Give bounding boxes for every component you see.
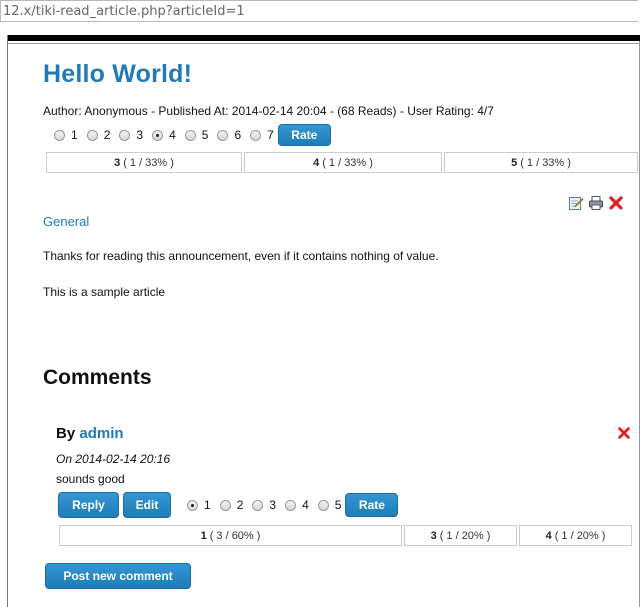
rating-radio-selected[interactable] (152, 129, 164, 141)
comments-heading: Comments (43, 366, 152, 389)
rating-option-label: 7 (267, 128, 274, 142)
post-comment-button[interactable]: Post new comment (45, 563, 191, 589)
article-body-text: This is a sample article (43, 285, 166, 299)
rating-option-label: 2 (103, 128, 111, 142)
rating-result-cell: 3( 1 / 20% ) (404, 525, 517, 546)
rating-option-label: 2 (236, 498, 244, 512)
rating-result-cell: 4( 1 / 33% ) (244, 152, 442, 173)
result-detail: ( 1 / 33% ) (520, 156, 571, 169)
article-actions (568, 195, 624, 211)
comment-author: By admin (56, 425, 124, 442)
article-rating-form: 1 2 3 4 5 6 7 Rate (54, 124, 331, 146)
reply-button[interactable]: Reply (58, 492, 119, 518)
article-rating-results: 3( 1 / 33% ) 4( 1 / 33% ) 5( 1 / 33% ) (46, 152, 638, 173)
by-label: By (56, 425, 76, 442)
rating-option[interactable]: 6 (217, 128, 241, 142)
address-bar[interactable]: 12.x/tiki-read_article.php?articleId=1 (0, 0, 638, 22)
rating-option[interactable]: 3 (119, 128, 143, 142)
print-icon[interactable] (588, 195, 604, 211)
edit-button[interactable]: Edit (123, 492, 171, 518)
top-divider (8, 43, 640, 44)
rating-result-cell: 4( 1 / 20% ) (519, 525, 632, 546)
rating-radio[interactable] (317, 499, 329, 511)
article-title: Hello World! (43, 60, 193, 88)
comment-rating-option[interactable]: 5 (317, 498, 342, 512)
rating-radio[interactable] (86, 129, 98, 141)
category-link[interactable]: General (43, 214, 89, 229)
rating-radio[interactable] (54, 129, 65, 141)
rating-option-label: 5 (334, 498, 342, 512)
frame-border-left (7, 35, 8, 607)
comment-date: On 2014-02-14 20:16 (56, 452, 171, 466)
rating-option[interactable]: 5 (184, 128, 209, 142)
result-value: 4 (545, 529, 552, 542)
rating-radio[interactable] (285, 499, 297, 511)
rating-option[interactable]: 2 (86, 128, 111, 142)
rating-radio[interactable] (217, 129, 229, 141)
delete-icon[interactable] (617, 426, 631, 440)
result-value: 5 (511, 156, 518, 169)
rating-result-cell: 5( 1 / 33% ) (444, 152, 638, 173)
comment-rating-option[interactable]: 4 (285, 498, 309, 512)
rating-radio[interactable] (250, 129, 262, 141)
comment-rating-option[interactable]: 3 (252, 498, 276, 512)
result-value: 3 (430, 529, 437, 542)
rating-option-label: 5 (201, 128, 209, 142)
top-bar (8, 35, 640, 41)
rating-radio-selected[interactable] (187, 499, 198, 511)
comment-rating-option[interactable]: 2 (219, 498, 244, 512)
result-detail: ( 1 / 20% ) (554, 529, 606, 542)
delete-icon[interactable] (608, 195, 624, 211)
comment-actions: Reply Edit 1 2 3 4 5 Rate (58, 492, 399, 518)
result-value: 4 (313, 156, 320, 169)
rating-radio[interactable] (119, 129, 131, 141)
result-detail: ( 1 / 20% ) (439, 529, 491, 542)
comment-author-link[interactable]: admin (79, 425, 123, 442)
result-value: 1 (200, 529, 207, 542)
rating-option[interactable]: 7 (250, 128, 274, 142)
rating-radio[interactable] (184, 129, 196, 141)
comment-rate-button[interactable]: Rate (345, 493, 399, 517)
rating-radio[interactable] (219, 499, 231, 511)
rating-result-cell: 1( 3 / 60% ) (59, 525, 402, 546)
article-meta: Author: Anonymous - Published At: 2014-0… (43, 104, 494, 118)
edit-icon[interactable] (568, 195, 584, 211)
result-detail: ( 3 / 60% ) (209, 529, 261, 542)
article-heading-text: Thanks for reading this announcement, ev… (43, 249, 439, 263)
result-value: 3 (114, 156, 121, 169)
comment-text: sounds good (56, 472, 125, 486)
rating-option-label: 4 (169, 128, 176, 142)
comment-rating-results: 1( 3 / 60% ) 3( 1 / 20% ) 4( 1 / 20% ) (59, 525, 632, 546)
rating-option-label: 1 (204, 498, 211, 512)
rating-option-label: 4 (302, 498, 309, 512)
rating-option[interactable]: 1 (54, 128, 78, 142)
comment-rating-option[interactable]: 1 (187, 498, 211, 512)
rate-button[interactable]: Rate (277, 124, 331, 146)
rating-radio[interactable] (252, 499, 264, 511)
rating-option-label: 3 (136, 128, 144, 142)
result-detail: ( 1 / 33% ) (322, 156, 373, 169)
rating-option-label: 1 (71, 128, 78, 142)
rating-option-label: 6 (234, 128, 242, 142)
rating-option-label: 3 (269, 498, 277, 512)
rating-result-cell: 3( 1 / 33% ) (46, 152, 242, 173)
result-detail: ( 1 / 33% ) (123, 156, 174, 169)
rating-option[interactable]: 4 (152, 128, 176, 142)
